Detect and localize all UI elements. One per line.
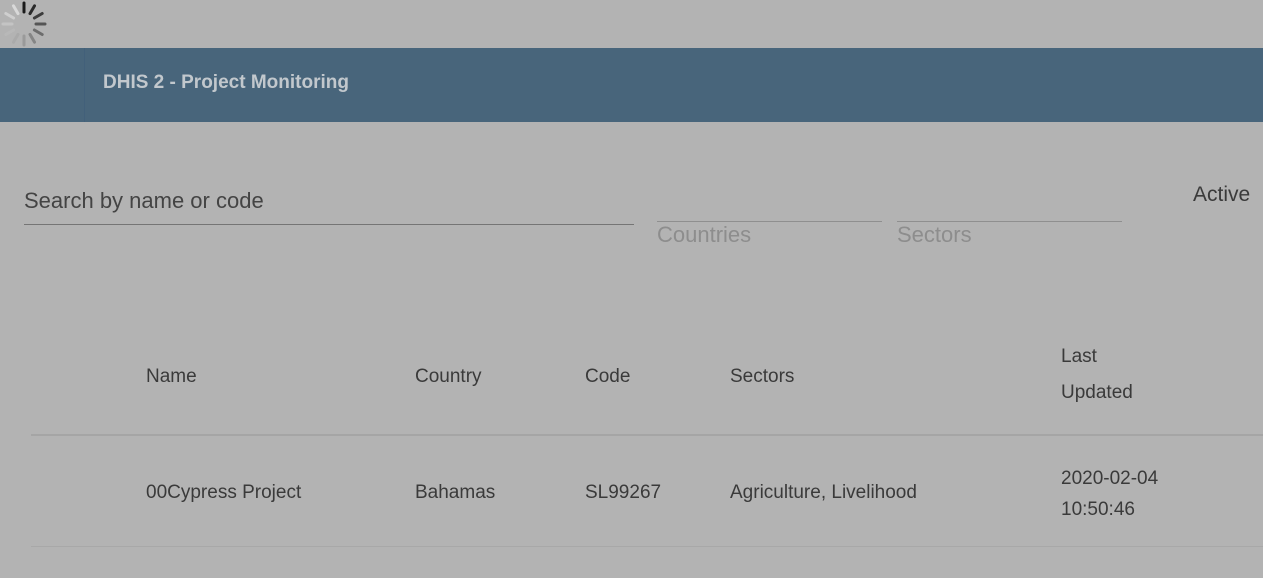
sectors-select[interactable]: Sectors	[897, 221, 1122, 255]
table-header-divider	[31, 434, 1263, 436]
column-header-last-updated[interactable]: Last Updated	[1061, 339, 1133, 411]
cell-last-updated-date: 2020-02-04	[1061, 468, 1159, 489]
search-input[interactable]	[24, 184, 624, 218]
active-filter-label[interactable]: Active	[1193, 183, 1250, 207]
app-title: DHIS 2 - Project Monitoring	[103, 72, 349, 93]
app-header-bar: DHIS 2 - Project Monitoring	[0, 48, 1263, 122]
column-header-code[interactable]: Code	[585, 359, 630, 395]
column-header-sectors[interactable]: Sectors	[730, 359, 794, 395]
cell-name: 00Cypress Project	[146, 482, 302, 503]
loading-spinner-icon	[1, 1, 47, 47]
search-field	[24, 180, 634, 225]
cell-country: Bahamas	[415, 482, 496, 503]
countries-select[interactable]: Countries	[657, 221, 882, 255]
table-row-divider	[31, 546, 1263, 547]
cell-sectors: Agriculture, Livelihood	[730, 482, 917, 503]
app-header-left-panel	[0, 48, 85, 122]
column-header-last-updated-line1: Last	[1061, 346, 1097, 367]
sectors-select-label: Sectors	[897, 222, 972, 247]
column-header-country[interactable]: Country	[415, 359, 482, 395]
cell-last-updated: 2020-02-04 10:50:46	[1061, 463, 1158, 525]
cell-last-updated-time: 10:50:46	[1061, 499, 1135, 520]
cell-code: SL99267	[585, 482, 662, 503]
countries-select-label: Countries	[657, 222, 752, 247]
column-header-last-updated-line2: Updated	[1061, 382, 1133, 403]
column-header-name[interactable]: Name	[146, 359, 197, 395]
